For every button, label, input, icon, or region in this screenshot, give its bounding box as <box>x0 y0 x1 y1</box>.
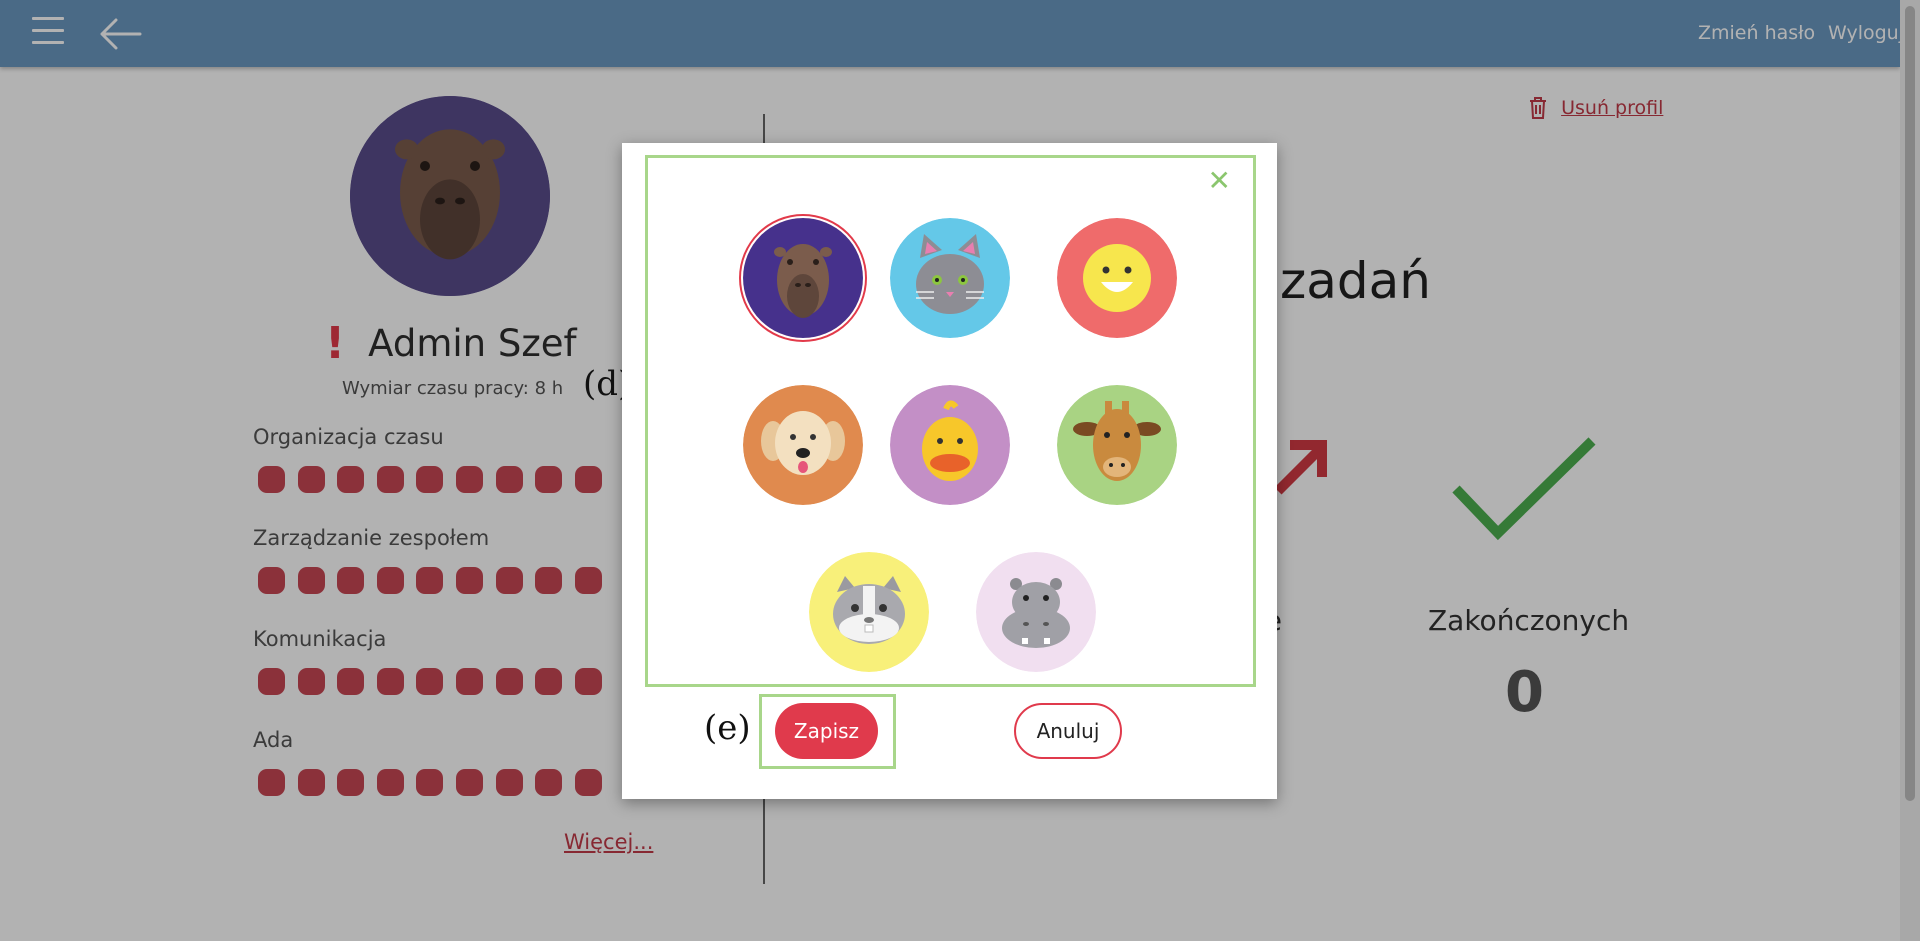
avatar-option-cat[interactable] <box>890 218 1010 338</box>
duck-icon <box>890 385 1010 505</box>
avatar-grid: ✕ <box>645 155 1256 687</box>
avatar-option-duck[interactable] <box>890 385 1010 505</box>
cancel-button[interactable]: Anuluj <box>1014 703 1122 759</box>
avatar-option-capybara[interactable] <box>743 218 863 338</box>
capybara-icon <box>743 218 863 338</box>
close-icon[interactable]: ✕ <box>1208 164 1231 197</box>
avatar-picker-modal: ✕ (e) Zapisz Anuluj <box>622 143 1277 799</box>
avatar-option-hippo[interactable] <box>976 552 1096 672</box>
cat-icon <box>890 218 1010 338</box>
avatar-option-hamster[interactable] <box>809 552 929 672</box>
save-button[interactable]: Zapisz <box>775 703 878 759</box>
annotation-e: (e) <box>704 708 751 748</box>
hippo-icon <box>976 552 1096 672</box>
smiley-icon <box>1057 218 1177 338</box>
avatar-option-dog[interactable] <box>743 385 863 505</box>
hamster-icon <box>809 552 929 672</box>
avatar-option-giraffe[interactable] <box>1057 385 1177 505</box>
dog-icon <box>743 385 863 505</box>
avatar-option-smiley[interactable] <box>1057 218 1177 338</box>
giraffe-icon <box>1057 385 1177 505</box>
